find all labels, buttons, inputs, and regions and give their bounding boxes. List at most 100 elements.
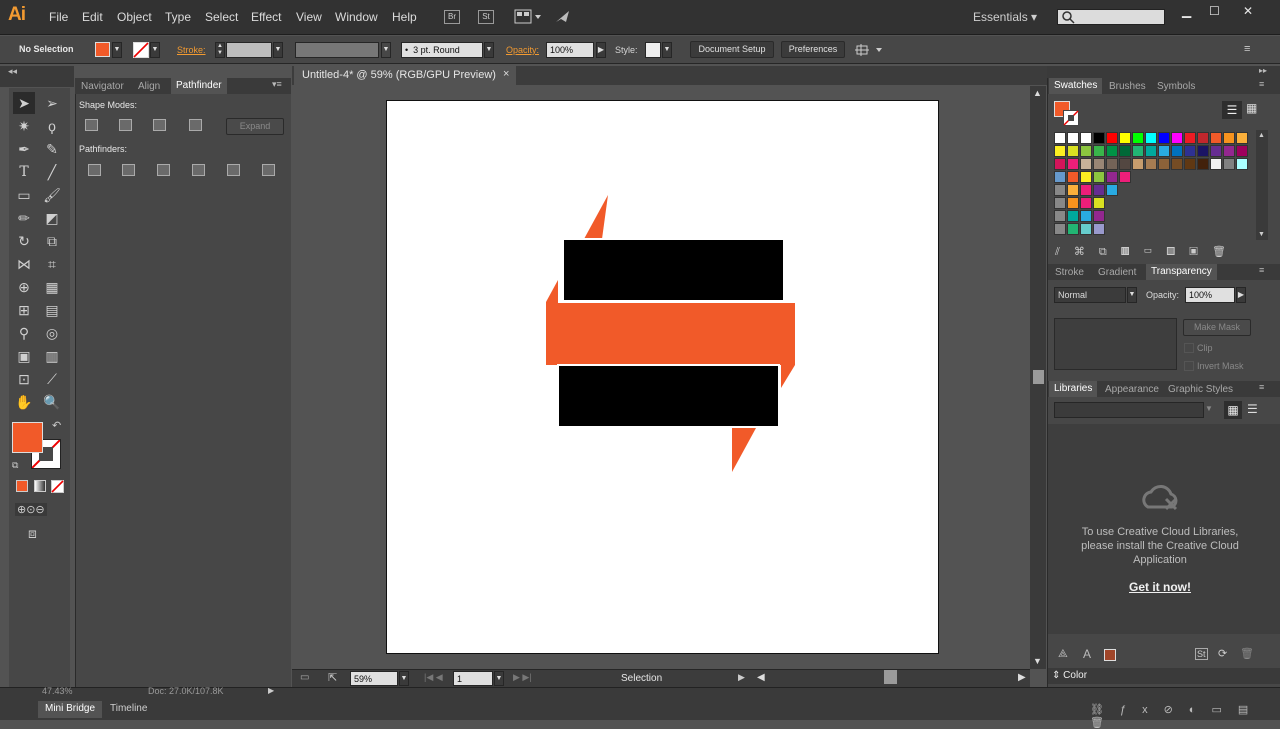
symbol-sprayer-tool-icon[interactable]: ▣: [13, 345, 35, 367]
stroke-none-icon[interactable]: [133, 42, 149, 58]
scroll-down-icon[interactable]: ▼: [1033, 656, 1042, 666]
stock-icon[interactable]: St: [478, 10, 494, 24]
scroll-thumb[interactable]: [1033, 370, 1044, 384]
expand-dock-icon[interactable]: ▸▸: [1259, 66, 1267, 75]
swatch[interactable]: [1119, 145, 1131, 157]
menu-effect[interactable]: Effect: [251, 10, 281, 24]
swatch[interactable]: [1080, 184, 1092, 196]
divide-icon[interactable]: [88, 164, 101, 176]
swatch[interactable]: [1054, 158, 1066, 170]
swatch[interactable]: [1132, 132, 1144, 144]
fill-color-box[interactable]: [12, 422, 43, 453]
swatch[interactable]: [1067, 223, 1079, 235]
gpu-preview-icon[interactable]: ▭: [300, 672, 309, 683]
swatch[interactable]: [1158, 145, 1170, 157]
artboard-dropdown-icon[interactable]: ▼: [494, 671, 504, 686]
swatch[interactable]: [1067, 197, 1079, 209]
tab-align[interactable]: Align: [138, 79, 160, 94]
swatch[interactable]: [1236, 132, 1248, 144]
swatch[interactable]: [1093, 158, 1105, 170]
swatch[interactable]: [1067, 210, 1079, 222]
blend-dropdown-icon[interactable]: ▼: [1127, 287, 1137, 303]
brush-dropdown-icon[interactable]: ▼: [484, 42, 494, 58]
menu-help[interactable]: Help: [392, 10, 417, 24]
list-view-icon[interactable]: ☰: [1222, 101, 1242, 119]
swatch[interactable]: [1236, 158, 1248, 170]
bottom-play-icon[interactable]: ▶: [268, 686, 274, 695]
tab-transparency[interactable]: Transparency: [1146, 264, 1217, 280]
control-menu-icon[interactable]: ≡: [1244, 43, 1250, 55]
menu-select[interactable]: Select: [205, 10, 238, 24]
swatch-actions-toolbar[interactable]: ⫽⌘⧉▦▭▤▣🗑: [1055, 245, 1240, 259]
workspace-switcher[interactable]: Essentials ▾: [973, 10, 1037, 24]
libraries-menu-icon[interactable]: ≡: [1259, 382, 1264, 392]
tab-color[interactable]: ⇕ Color: [1052, 670, 1087, 681]
stroke-weight-dropdown-icon[interactable]: ▼: [273, 42, 283, 58]
swatch[interactable]: [1119, 158, 1131, 170]
add-color-swatch[interactable]: [1104, 649, 1116, 661]
swatch[interactable]: [1067, 171, 1079, 183]
style-dropdown-icon[interactable]: ▼: [662, 42, 672, 58]
swatch[interactable]: [1132, 158, 1144, 170]
merge-icon[interactable]: [157, 164, 170, 176]
swatch[interactable]: [1067, 145, 1079, 157]
swatch[interactable]: [1158, 158, 1170, 170]
swatch[interactable]: [1145, 145, 1157, 157]
tab-pathfinder[interactable]: Pathfinder: [171, 78, 227, 94]
appearance-actions-toolbar[interactable]: ⛓ƒx⊘◐▭▤🗑: [1090, 703, 1280, 729]
tab-mini-bridge[interactable]: Mini Bridge: [45, 703, 95, 714]
library-dropdown-icon[interactable]: ▼: [1205, 404, 1213, 413]
swatch[interactable]: [1054, 145, 1066, 157]
swatch[interactable]: [1093, 132, 1105, 144]
perspective-grid-tool-icon[interactable]: ▦: [41, 276, 63, 298]
none-mode-icon[interactable]: [51, 480, 64, 493]
profile-dropdown-icon[interactable]: ▼: [381, 42, 391, 58]
swatch[interactable]: [1080, 223, 1092, 235]
tab-graphic-styles[interactable]: Graphic Styles: [1168, 382, 1233, 397]
curvature-tool-icon[interactable]: ✎: [41, 138, 63, 160]
swatch[interactable]: [1093, 210, 1105, 222]
swatch[interactable]: [1184, 145, 1196, 157]
opacity-arrow-icon[interactable]: ▶: [596, 42, 606, 58]
rectangle-tool-icon[interactable]: ▭: [13, 184, 35, 206]
grid-view-icon[interactable]: ▦: [1246, 101, 1257, 115]
graphic-style-swatch[interactable]: [645, 42, 661, 58]
swatches-menu-icon[interactable]: ≡: [1259, 79, 1264, 89]
brush-definition[interactable]: • 3 pt. Round: [401, 42, 483, 58]
swatch[interactable]: [1171, 132, 1183, 144]
hand-tool-icon[interactable]: ✋: [13, 391, 35, 413]
transparency-opacity-field[interactable]: 100%: [1185, 287, 1235, 303]
arrange-documents-icon[interactable]: [514, 9, 542, 25]
swatch[interactable]: [1197, 145, 1209, 157]
direct-selection-tool-icon[interactable]: ➢: [41, 92, 63, 114]
library-select[interactable]: [1054, 402, 1204, 418]
document-setup-button[interactable]: Document Setup: [690, 41, 774, 58]
tab-timeline[interactable]: Timeline: [110, 703, 147, 714]
close-tab-icon[interactable]: ×: [503, 68, 509, 80]
library-trash-icon[interactable]: 🗑: [1240, 647, 1254, 660]
tab-appearance[interactable]: Appearance: [1105, 382, 1159, 397]
next-artboard-icon[interactable]: ▶ ▶|: [513, 672, 532, 683]
swatch[interactable]: [1145, 132, 1157, 144]
mesh-tool-icon[interactable]: ⊞: [13, 299, 35, 321]
blend-mode-select[interactable]: Normal: [1054, 287, 1126, 303]
library-list-view-icon[interactable]: ☰: [1247, 402, 1258, 416]
swatch[interactable]: [1106, 184, 1118, 196]
default-colors-icon[interactable]: ⧉: [12, 460, 18, 471]
menu-object[interactable]: Object: [117, 10, 152, 24]
swatch[interactable]: [1054, 171, 1066, 183]
menu-file[interactable]: File: [49, 10, 68, 24]
tab-swatches[interactable]: Swatches: [1049, 78, 1103, 94]
bridge-icon[interactable]: Br: [444, 10, 460, 24]
gradient-tool-icon[interactable]: ▤: [41, 299, 63, 321]
scale-tool-icon[interactable]: ⧉: [41, 230, 63, 252]
tab-navigator[interactable]: Navigator: [81, 79, 124, 94]
swatch[interactable]: [1197, 158, 1209, 170]
panel-menu-icon[interactable]: ▾≡: [272, 79, 282, 90]
screen-mode-icon[interactable]: ⧈: [28, 525, 37, 542]
exclude-icon[interactable]: [189, 119, 202, 131]
opacity-field[interactable]: 100%: [546, 42, 594, 58]
artboard-tool-icon[interactable]: ⊡: [13, 368, 35, 390]
gradient-mode-icon[interactable]: [34, 480, 46, 492]
magic-wand-tool-icon[interactable]: ✷: [13, 115, 35, 137]
